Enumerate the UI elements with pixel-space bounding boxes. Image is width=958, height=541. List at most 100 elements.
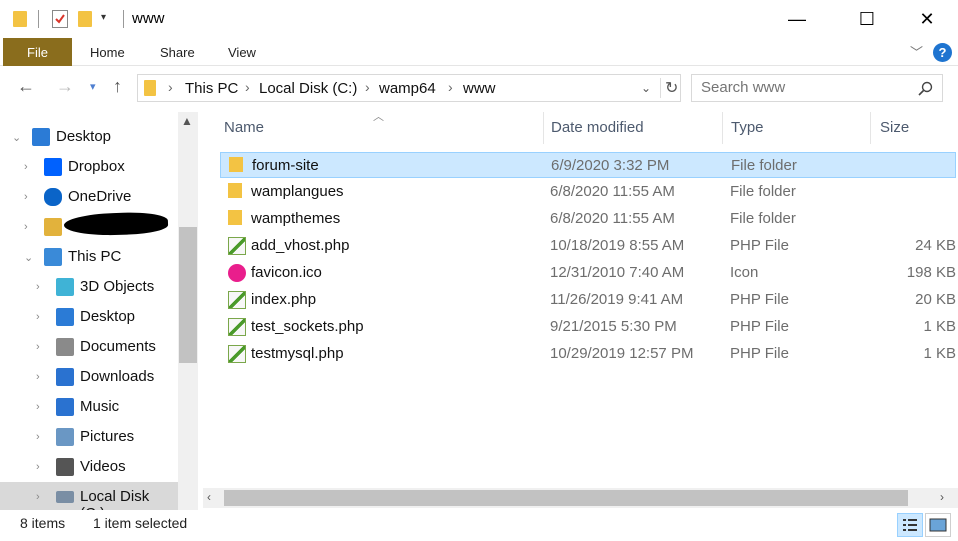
nav-item-onedrive[interactable]: › OneDrive [0, 182, 178, 212]
file-row[interactable]: test_sockets.php 9/21/2015 5:30 PM PHP Fil… [220, 314, 956, 340]
folder-icon [13, 11, 27, 27]
ribbon [0, 38, 958, 66]
help-button[interactable]: ? [933, 43, 952, 62]
file-date: 6/8/2020 11:55 AM [550, 183, 675, 200]
nav-item-local-disk-c[interactable]: ›Local Disk (C:) [0, 482, 178, 522]
breadcrumb-local-disk[interactable]: Local Disk (C:) [259, 80, 357, 97]
file-name: add_vhost.php [251, 237, 350, 254]
forward-arrow-icon[interactable]: → [56, 76, 74, 97]
chevron-right-icon[interactable]: › [36, 401, 40, 413]
chevron-right-icon[interactable]: › [36, 431, 40, 443]
file-row[interactable]: index.php 11/26/2019 9:41 AM PHP File 20 KB [220, 287, 956, 313]
nav-item-dropbox[interactable]: › Dropbox [0, 152, 178, 182]
column-header-name[interactable]: Name [224, 119, 264, 136]
chevron-down-icon[interactable]: ⌄ [24, 251, 33, 264]
nav-item-videos[interactable]: › Videos [0, 452, 178, 482]
nav-item-label: 3D Objects [80, 278, 155, 295]
ribbon-tab-share[interactable]: Share [160, 45, 195, 60]
breadcrumb-separator-icon[interactable]: › [168, 79, 173, 95]
breadcrumb-www[interactable]: www [463, 80, 496, 97]
nav-item-this-pc[interactable]: ⌄ This PC [0, 242, 178, 272]
search-box[interactable] [691, 74, 943, 102]
chevron-right-icon[interactable]: › [36, 311, 40, 323]
nav-item-desktop[interactable]: ⌄ Desktop [0, 122, 178, 152]
file-type: PHP File [730, 291, 789, 308]
file-date: 6/9/2020 3:32 PM [551, 157, 670, 174]
ribbon-tab-home[interactable]: Home [90, 45, 125, 60]
refresh-icon[interactable]: ↻ [660, 78, 678, 98]
pictures-icon [56, 428, 74, 446]
address-dropdown-icon[interactable]: ⌄ [641, 81, 651, 95]
breadcrumb-this-pc[interactable]: This PC [185, 80, 238, 97]
large-icons-view-button[interactable] [925, 513, 951, 537]
file-name: wampthemes [251, 210, 341, 227]
horizontal-scrollbar-thumb[interactable] [224, 490, 908, 506]
ribbon-file-tab[interactable]: File [3, 38, 72, 66]
column-header-date[interactable]: Date modified [551, 119, 644, 136]
file-row[interactable]: add_vhost.php 10/18/2019 8:55 AM PHP File 2… [220, 233, 956, 259]
breadcrumb-separator-icon[interactable]: › [448, 79, 453, 95]
chevron-right-icon[interactable]: › [24, 191, 28, 203]
file-name: index.php [251, 291, 317, 308]
quick-access-dropdown-icon[interactable]: ▾ [101, 12, 106, 23]
nav-item-label: Music [80, 398, 120, 415]
nav-item-desktop[interactable]: › Desktop [0, 302, 178, 332]
file-type: PHP File [730, 318, 789, 335]
file-row[interactable]: wampthemes 6/8/2020 11:55 AM File folder [220, 206, 956, 232]
nav-item-downloads[interactable]: › Downloads [0, 362, 178, 392]
title-separator [38, 10, 39, 28]
ribbon-tab-view[interactable]: View [228, 45, 256, 60]
documents-icon [56, 338, 74, 356]
file-row[interactable]: wamplangues 6/8/2020 11:55 AM File folder [220, 179, 956, 205]
new-folder-icon[interactable] [78, 11, 92, 27]
column-divider[interactable] [543, 112, 544, 144]
file-row[interactable]: forum-site 6/9/2020 3:32 PM File folder [220, 152, 956, 178]
minimize-button[interactable]: — [774, 0, 820, 38]
chevron-down-icon[interactable]: ⌄ [12, 131, 21, 144]
nav-item-label: This PC [68, 248, 122, 265]
nav-item-pictures[interactable]: › Pictures [0, 422, 178, 452]
search-input[interactable] [701, 79, 901, 96]
file-date: 11/26/2019 9:41 AM [550, 291, 684, 308]
search-icon[interactable] [918, 81, 933, 96]
title-separator [123, 10, 124, 28]
maximize-button[interactable]: ☐ [844, 0, 890, 38]
nav-item-music[interactable]: › Music [0, 392, 178, 422]
chevron-right-icon[interactable]: › [24, 161, 28, 173]
nav-item-documents[interactable]: › Documents [0, 332, 178, 362]
column-header-type[interactable]: Type [731, 119, 764, 136]
column-divider[interactable] [722, 112, 723, 144]
chevron-right-icon[interactable]: › [36, 341, 40, 353]
close-button[interactable]: ✕ [904, 0, 950, 38]
nav-item-3d-objects[interactable]: › 3D Objects [0, 272, 178, 302]
breadcrumb-wamp64[interactable]: wamp64 [379, 80, 436, 97]
details-view-button[interactable] [897, 513, 923, 537]
column-header-size[interactable]: Size [880, 119, 909, 136]
breadcrumb-separator-icon[interactable]: › [365, 79, 370, 95]
chevron-right-icon[interactable]: › [36, 371, 40, 383]
expand-ribbon-icon[interactable]: ﹀ [910, 42, 923, 61]
3d-objects-icon [56, 278, 74, 296]
chevron-right-icon[interactable]: › [36, 491, 40, 503]
address-bar[interactable]: › This PC › Local Disk (C:) › wamp64 › w… [137, 74, 681, 102]
scroll-right-icon[interactable]: › [940, 490, 944, 504]
chevron-right-icon[interactable]: › [24, 221, 28, 233]
properties-icon[interactable] [52, 10, 68, 28]
up-arrow-icon[interactable]: ↑ [113, 76, 122, 97]
nav-scrollbar-thumb[interactable] [179, 227, 197, 363]
scroll-up-icon[interactable]: ▲ [181, 114, 193, 128]
chevron-right-icon[interactable]: › [36, 461, 40, 473]
file-row[interactable]: favicon.ico 12/31/2010 7:40 AM Icon 198 KB [220, 260, 956, 286]
nav-item-label: Desktop [56, 128, 112, 145]
chevron-right-icon[interactable]: › [36, 281, 40, 293]
file-size: 1 KB [923, 318, 956, 335]
column-divider[interactable] [870, 112, 871, 144]
folder-icon [228, 183, 242, 198]
breadcrumb-separator-icon[interactable]: › [245, 79, 250, 95]
back-arrow-icon[interactable]: ← [17, 76, 35, 97]
file-row[interactable]: testmysql.php 10/29/2019 12:57 PM PHP File… [220, 341, 956, 367]
scroll-left-icon[interactable]: ‹ [207, 490, 211, 504]
recent-locations-icon[interactable]: ▾ [90, 80, 96, 93]
file-type: PHP File [730, 237, 789, 254]
file-type: File folder [730, 183, 796, 200]
